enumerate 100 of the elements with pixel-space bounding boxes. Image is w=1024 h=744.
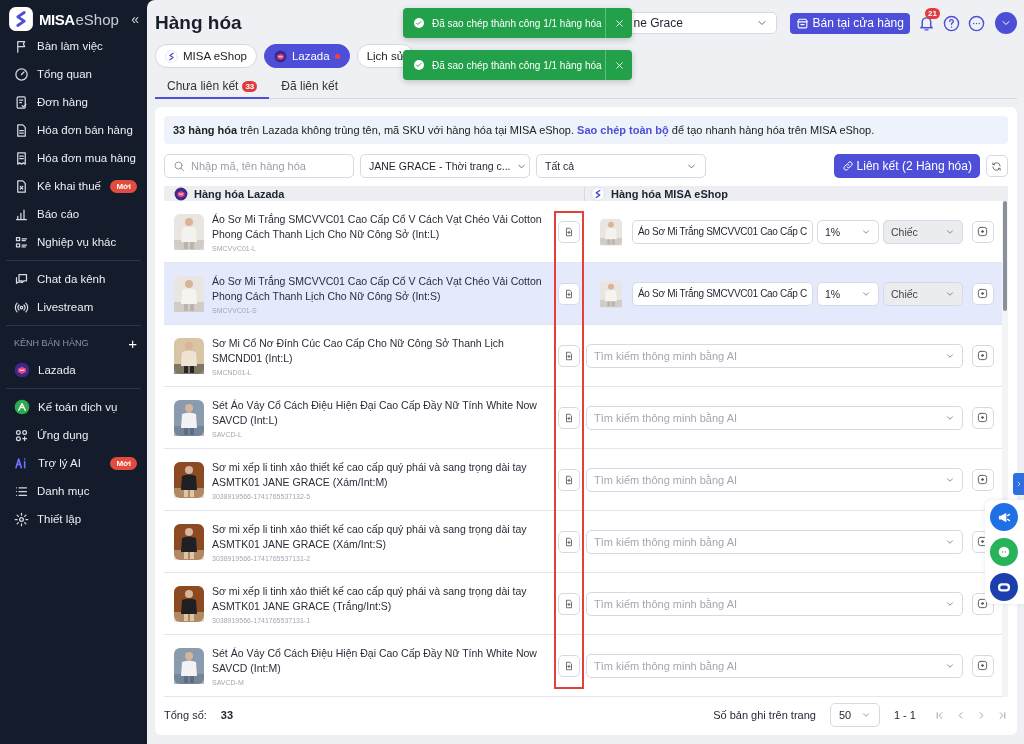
link-button[interactable]: [971, 654, 994, 677]
sidebar-item[interactable]: Lazada: [0, 356, 147, 384]
check-icon: [413, 17, 425, 29]
support-chat-button[interactable]: [990, 538, 1018, 566]
sidebar-item[interactable]: Báo cáo: [0, 200, 147, 228]
ai-search-field[interactable]: Tìm kiếm thông minh bằng AI: [586, 467, 963, 492]
close-icon[interactable]: [613, 17, 625, 29]
info-message: 33 hàng hóa trên Lazada không trùng tên, mã SKU với hàng hóa tại MISA eShop. Sao chép toàn bộ để tạo nhanh hàng hóa trên MISA eShop.: [164, 116, 1008, 144]
sidebar-item[interactable]: Chat đa kênh: [0, 265, 147, 293]
channel-tab[interactable]: MISA eShop: [155, 44, 257, 68]
status-dropdown[interactable]: Tất cả: [536, 154, 706, 178]
product-name: Sét Áo Váy Cổ Cách Điệu Hiện Đại Cao Cấp Đầy Nữ Tính White Now SAVCD (Int:L): [212, 397, 538, 428]
notification-count: 21: [924, 7, 940, 19]
product-name: Sơ mi xếp li tinh xảo thiết kế cao cấp quý phái và sang trọng dài tay ASMTK01 JANE GRACE (Xám/Int:S): [212, 521, 528, 552]
copy-product-button[interactable]: [558, 592, 580, 615]
misa-icon: [165, 49, 178, 63]
new-badge: Mới: [110, 179, 137, 193]
account-button[interactable]: [994, 12, 1017, 34]
file-plus-icon: [564, 474, 574, 485]
expand-button[interactable]: [1013, 473, 1024, 495]
lazada-icon: [174, 186, 188, 201]
copy-product-button[interactable]: [558, 220, 580, 243]
file-plus-icon: [564, 536, 574, 547]
refresh-button[interactable]: [985, 155, 1008, 177]
shop-dropdown[interactable]: JANE GRACE - Thời trang c...: [360, 154, 530, 178]
page-size-dropdown[interactable]: 50: [829, 703, 880, 727]
sidebar-item[interactable]: Nghiệp vụ khác: [0, 228, 147, 256]
link-button[interactable]: [971, 220, 994, 243]
ai-search-field[interactable]: Tìm kiếm thông minh bằng AI: [586, 529, 963, 554]
copy-all-link[interactable]: Sao chép toàn bộ: [577, 124, 669, 136]
link-button[interactable]: [971, 282, 994, 305]
total-label: Tổng số:: [164, 709, 207, 721]
success-toast: Đã sao chép thành công 1/1 hàng hóa: [403, 8, 632, 38]
sidebar-item[interactable]: Livestream: [0, 293, 147, 321]
chat-icon: [14, 271, 29, 287]
sidebar-item[interactable]: Danh mục: [0, 477, 147, 505]
collapse-button[interactable]: «: [131, 11, 139, 27]
logo-text: eShop: [75, 10, 119, 28]
unit-dropdown[interactable]: Chiếc: [882, 281, 963, 306]
help-icon[interactable]: [942, 14, 960, 32]
ai-search-field[interactable]: Tìm kiếm thông minh bằng AI: [586, 653, 963, 678]
copy-product-button[interactable]: [558, 530, 580, 553]
chevron-icon: [860, 710, 871, 720]
channel-tab[interactable]: Lazada: [263, 44, 350, 68]
sidebar-item[interactable]: Trợ lý AI Mới: [0, 449, 147, 477]
new-badge: Mới: [110, 456, 137, 470]
tax-dropdown[interactable]: 1%: [816, 219, 879, 244]
close-icon[interactable]: [613, 59, 625, 71]
tax-dropdown[interactable]: 1%: [816, 281, 879, 306]
lazada-icon: [14, 362, 30, 378]
unit-dropdown[interactable]: Chiếc: [882, 219, 963, 244]
check-icon: [413, 59, 425, 71]
ai-search-field[interactable]: Tìm kiếm thông minh bằng AI: [586, 591, 963, 616]
file-plus-icon: [564, 226, 574, 237]
product-field[interactable]: Áo Sơ Mi Trắng SMCVVC01 Cao Cấp C: [632, 281, 813, 306]
target-icon: [977, 288, 989, 299]
page-size-label: Số bản ghi trên trang: [713, 709, 816, 721]
target-icon: [977, 412, 989, 423]
sidebar-item[interactable]: Kê khai thuế Mới: [0, 172, 147, 200]
settings-icon: [14, 511, 29, 527]
sidebar-item[interactable]: Hóa đơn mua hàng: [0, 144, 147, 172]
total-count: 33: [220, 709, 234, 721]
more-icon[interactable]: [967, 14, 985, 32]
copy-product-button[interactable]: [558, 282, 580, 305]
copy-product-button[interactable]: [558, 468, 580, 491]
assistant-button[interactable]: [990, 573, 1018, 601]
column-header: Hàng hóa MISA eShop: [611, 187, 728, 200]
link-button[interactable]: [971, 406, 994, 429]
sidebar-item[interactable]: Tổng quan: [0, 60, 147, 88]
add-button[interactable]: +: [128, 334, 137, 352]
search-icon: [173, 160, 185, 172]
search-field[interactable]: Nhập mã, tên hàng hóa: [164, 154, 354, 178]
sidebar-item[interactable]: Bàn làm việc: [0, 32, 147, 60]
ai-search-field[interactable]: Tìm kiếm thông minh bằng AI: [586, 343, 963, 368]
sidebar-item[interactable]: Ứng dụng: [0, 421, 147, 449]
tab[interactable]: Chưa liên kết 33: [155, 75, 270, 99]
copy-product-button[interactable]: [558, 344, 580, 367]
shop-icon: [795, 16, 809, 30]
copy-product-button[interactable]: [558, 406, 580, 429]
section-title: KÊNH BÁN HÀNG: [14, 338, 89, 348]
lazada-icon: [273, 49, 287, 63]
file-plus-icon: [564, 350, 574, 361]
tab[interactable]: Đã liên kết: [269, 75, 350, 99]
link-products-button[interactable]: Liên kết (2 Hàng hóa): [833, 154, 980, 178]
link-button[interactable]: [971, 344, 994, 367]
copy-product-button[interactable]: [558, 654, 580, 677]
sidebar-item[interactable]: Đơn hàng: [0, 88, 147, 116]
sidebar-item[interactable]: Kế toán dịch vụ: [0, 393, 147, 421]
sell-in-store-button[interactable]: Bán tại cửa hàng: [789, 12, 910, 34]
bell-icon[interactable]: [917, 14, 935, 32]
sidebar-item[interactable]: Hóa đơn bán hàng: [0, 116, 147, 144]
ai-search-field[interactable]: Tìm kiếm thông minh bằng AI: [586, 405, 963, 430]
file-plus-icon: [564, 288, 574, 299]
product-field[interactable]: Áo Sơ Mi Trắng SMCVVC01 Cao Cấp C: [632, 219, 813, 244]
product-name: Sơ Mi Cổ Nơ Đính Cúc Cao Cấp Cho Nữ Công Sở Thanh Lịch SMCND01 (Int:L): [212, 335, 505, 366]
announcement-button[interactable]: [990, 503, 1018, 531]
target-icon: [977, 350, 989, 361]
product-name: Áo Sơ Mi Trắng SMCVVC01 Cao Cấp Cổ V Cách Vạt Chéo Vải Cotton Phong Cách Thanh Lịch Cho Nữ Công Sở (Int:S): [212, 273, 543, 304]
link-button[interactable]: [971, 468, 994, 491]
sidebar-item[interactable]: Thiết lập: [0, 505, 147, 533]
